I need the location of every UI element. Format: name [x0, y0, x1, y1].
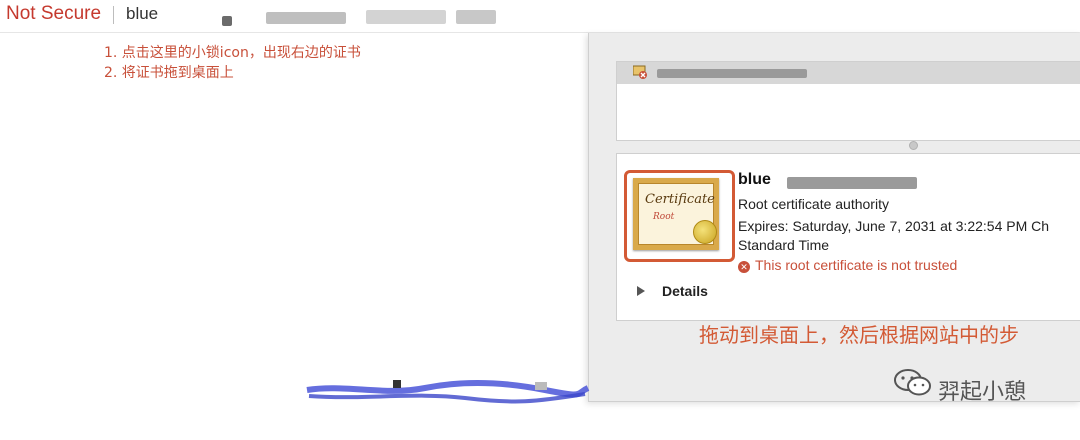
- url-blur: [456, 10, 496, 24]
- wechat-icon: [894, 369, 931, 396]
- trust-status: ✕ This root certificate is not trusted: [738, 257, 957, 273]
- certificate-icon[interactable]: Certificate Root: [633, 178, 719, 250]
- scribble-mark: [393, 380, 401, 388]
- certificate-popover: Certificate Root blue Root certificate a…: [588, 33, 1080, 402]
- trust-status-text: This root certificate is not trusted: [755, 257, 958, 273]
- address-divider: [113, 6, 114, 24]
- split-handle[interactable]: [909, 141, 918, 150]
- chain-name-blur: [657, 69, 807, 78]
- instruction-notes: 1. 点击这里的小锁icon，出现右边的证书 2. 将证书拖到桌面上: [104, 43, 361, 83]
- certificate-name-blur: [787, 177, 917, 189]
- certificate-expiry-timezone: Standard Time: [738, 237, 830, 253]
- certificate-detail: Certificate Root blue Root certificate a…: [616, 153, 1080, 321]
- url-blur: [266, 12, 346, 24]
- url-blur: [366, 10, 446, 24]
- certificate-drag-highlight: Certificate Root: [624, 170, 735, 262]
- not-secure-label[interactable]: Not Secure: [6, 3, 101, 25]
- certificate-icon-title: Certificate: [645, 192, 715, 207]
- certificate-chain-row[interactable]: [617, 62, 1080, 84]
- url-field[interactable]: blue: [126, 4, 506, 28]
- certificate-paper: Certificate Root: [638, 183, 717, 245]
- certificate-name: blue: [738, 171, 771, 188]
- details-toggle[interactable]: Details: [662, 283, 708, 299]
- certificate-chain-list: [616, 61, 1080, 141]
- scribble-mark: [535, 382, 547, 390]
- url-text: blue: [126, 4, 159, 23]
- certificate-error-icon: [633, 65, 647, 79]
- certificate-expiry: Expires: Saturday, June 7, 2031 at 3:22:…: [738, 218, 1050, 234]
- url-blur: [222, 16, 232, 26]
- address-bar[interactable]: Not Secure blue: [0, 0, 1080, 33]
- disclosure-triangle-icon[interactable]: [637, 286, 645, 296]
- redacted-link-scribble: [306, 379, 590, 404]
- drag-instruction: 拖动到桌面上，然后根据网站中的步: [699, 323, 1019, 347]
- seal-icon: [693, 220, 717, 244]
- certificate-type: Root certificate authority: [738, 196, 889, 212]
- error-icon: ✕: [738, 261, 750, 273]
- instruction-line-1: 1. 点击这里的小锁icon，出现右边的证书: [104, 45, 361, 61]
- instruction-line-2: 2. 将证书拖到桌面上: [104, 65, 234, 81]
- certificate-icon-subtitle: Root: [653, 212, 675, 222]
- watermark-account-name: 羿起小憩: [938, 380, 1027, 405]
